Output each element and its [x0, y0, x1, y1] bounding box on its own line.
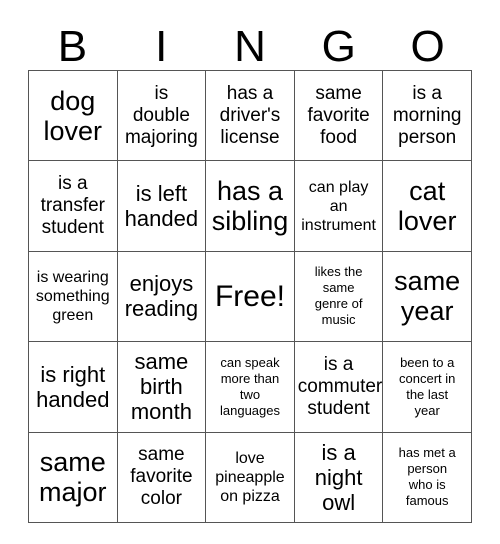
bingo-cell[interactable]: same favorite color — [117, 432, 207, 523]
bingo-cell-text: likes the same genre of music — [314, 264, 363, 328]
bingo-cell-text: same favorite food — [307, 82, 370, 148]
bingo-cell[interactable]: has a sibling — [206, 161, 295, 252]
bingo-cell-text: is wearing something green — [35, 268, 110, 324]
bingo-cell[interactable]: can play an instrument — [294, 161, 384, 252]
bingo-cell[interactable]: enjoys reading — [117, 251, 207, 343]
header-letter-o: O — [410, 22, 445, 71]
bingo-cell-text: cat lover — [397, 176, 457, 237]
bingo-cell[interactable]: is double majoring — [117, 71, 207, 162]
header-letter-b: B — [57, 22, 88, 71]
bingo-cell-text: can speak more than two languages — [219, 354, 280, 418]
bingo-cell-text: has a driver's license — [219, 82, 281, 148]
bingo-cell[interactable]: can speak more than two languages — [206, 342, 295, 433]
bingo-cell[interactable]: same favorite food — [294, 71, 384, 162]
bingo-cell-text: can play an instrument — [301, 178, 376, 234]
bingo-cell-text: is left handed — [124, 181, 199, 232]
bingo-cell[interactable]: is a transfer student — [29, 161, 118, 252]
bingo-cell-text: same year — [394, 266, 461, 327]
bingo-cell-text: is a commuter student — [297, 353, 383, 419]
bingo-cell[interactable]: is a morning person — [383, 71, 472, 162]
bingo-cell[interactable]: Free! — [206, 251, 295, 343]
bingo-cell-text: been to a concert in the last year — [399, 354, 456, 418]
bingo-cell-text: same favorite color — [130, 444, 193, 510]
bingo-cell-text: love pineapple on pizza — [215, 449, 285, 505]
bingo-cell-text: has a sibling — [211, 176, 289, 237]
bingo-cell[interactable]: same birth month — [117, 342, 207, 433]
bingo-cell[interactable]: is a night owl — [294, 432, 384, 523]
bingo-card: B I N G O dog lover is double majoring has… — [0, 0, 500, 544]
header-letter-n: N — [234, 22, 266, 71]
bingo-cell[interactable]: cat lover — [383, 161, 472, 252]
bingo-cell-text: enjoys reading — [124, 271, 199, 322]
bingo-cell-text: has met a person who is famous — [398, 445, 456, 509]
bingo-cell[interactable]: likes the same genre of music — [294, 251, 384, 343]
bingo-cell[interactable]: is left handed — [117, 161, 207, 252]
bingo-cell-text: is a morning person — [392, 82, 462, 148]
bingo-cell-text: Free! — [214, 279, 285, 313]
header-letter-g: G — [321, 22, 356, 71]
bingo-cell[interactable]: dog lover — [29, 71, 118, 162]
bingo-cell-text: same major — [39, 447, 107, 508]
bingo-cell-text: is a night owl — [314, 439, 363, 515]
bingo-cell-text: is a transfer student — [40, 173, 105, 239]
bingo-cell[interactable]: same major — [29, 432, 118, 523]
header-letter-i: I — [155, 22, 168, 71]
bingo-cell[interactable]: love pineapple on pizza — [206, 432, 295, 523]
bingo-cell[interactable]: is wearing something green — [29, 251, 118, 343]
bingo-grid: dog lover is double majoring has a driver'… — [28, 70, 472, 523]
bingo-cell[interactable]: been to a concert in the last year — [383, 342, 472, 433]
bingo-cell[interactable]: is a commuter student — [294, 342, 384, 433]
bingo-cell[interactable]: same year — [383, 251, 472, 343]
bingo-cell[interactable]: is right handed — [29, 342, 118, 433]
bingo-cell-text: dog lover — [43, 85, 103, 146]
bingo-cell-text: same birth month — [130, 349, 192, 425]
bingo-cell[interactable]: has a driver's license — [206, 71, 295, 162]
bingo-header-row: B I N G O — [28, 18, 472, 70]
bingo-cell-text: is right handed — [36, 361, 110, 412]
bingo-cell[interactable]: has met a person who is famous — [383, 432, 472, 523]
bingo-cell-text: is double majoring — [124, 82, 198, 148]
